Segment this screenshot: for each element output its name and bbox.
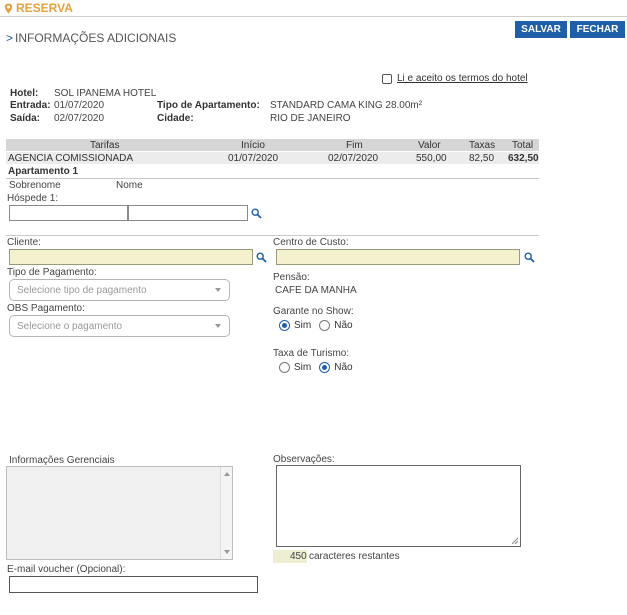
tipo-pagamento-select[interactable]: Selecione tipo de pagamento bbox=[9, 279, 230, 301]
page-title-text: RESERVA bbox=[16, 1, 73, 15]
cliente-label: Cliente: bbox=[7, 237, 41, 248]
search-icon[interactable] bbox=[251, 208, 262, 219]
hotel-value: SOL IPANEMA HOTEL bbox=[54, 88, 157, 99]
obs-pagamento-select[interactable]: Selecione o pagamento bbox=[9, 315, 230, 337]
entrada-value: 01/07/2020 bbox=[54, 100, 105, 111]
taxa-sim-label: Sim bbox=[294, 362, 312, 373]
email-voucher-label: E-mail voucher (Opcional): bbox=[7, 564, 126, 575]
char-counter-value: 450 bbox=[290, 551, 307, 562]
taxa-nao-radio[interactable] bbox=[319, 362, 331, 373]
close-button[interactable]: FECHAR bbox=[570, 21, 625, 38]
centro-custo-input[interactable] bbox=[276, 249, 520, 265]
terms-link[interactable]: Li e aceito os termos do hotel bbox=[397, 73, 528, 84]
cell-tarifa: AGENCIA COMISSIONADA bbox=[8, 153, 134, 164]
col-total: Total bbox=[512, 140, 534, 151]
page-title: RESERVA bbox=[4, 1, 73, 15]
hotel-label: Hotel: bbox=[10, 88, 39, 99]
location-pin-icon bbox=[4, 3, 13, 13]
garante-sim-radio[interactable] bbox=[279, 320, 290, 331]
terms-checkbox[interactable] bbox=[382, 73, 392, 84]
header-bar bbox=[0, 0, 627, 17]
char-counter-text: caracteres restantes bbox=[309, 551, 400, 562]
saida-value: 02/07/2020 bbox=[54, 113, 105, 124]
scroll-up-icon[interactable] bbox=[224, 472, 230, 476]
sobrenome-label: Sobrenome bbox=[9, 180, 61, 191]
tipo-pagamento-label: Tipo de Pagamento: bbox=[7, 267, 97, 278]
garante-options: Sim Não bbox=[279, 320, 353, 331]
chevron-down-icon bbox=[215, 324, 221, 328]
tipo-apartamento-value: STANDARD CAMA KING 28.00m² bbox=[270, 100, 423, 111]
tipo-apartamento-label: Tipo de Apartamento: bbox=[157, 100, 260, 111]
col-valor: Valor bbox=[418, 140, 441, 151]
gerenciais-label: Informações Gerenciais bbox=[9, 455, 115, 466]
observacoes-textarea[interactable] bbox=[276, 465, 521, 547]
obs-pagamento-label: OBS Pagamento: bbox=[7, 303, 85, 314]
section-title-text: INFORMAÇÕES ADICIONAIS bbox=[15, 31, 177, 45]
taxa-turismo-label: Taxa de Turismo: bbox=[273, 348, 350, 359]
taxa-turismo-options: Sim Não bbox=[279, 362, 353, 373]
col-tarifas: Tarifas bbox=[90, 140, 120, 151]
cell-taxas: 82,50 bbox=[469, 153, 495, 164]
cidade-value: RIO DE JANEIRO bbox=[270, 113, 351, 124]
cell-valor: 550,00 bbox=[416, 153, 447, 164]
taxa-sim-radio[interactable] bbox=[279, 362, 290, 373]
obs-pagamento-placeholder: Selecione o pagamento bbox=[17, 320, 123, 332]
saida-label: Saída: bbox=[10, 113, 41, 124]
hospede-label: Hóspede 1: bbox=[7, 193, 59, 204]
taxa-nao-label: Não bbox=[334, 362, 353, 373]
table-row: AGENCIA COMISSIONADA 01/07/2020 02/07/20… bbox=[6, 152, 539, 164]
cell-inicio: 01/07/2020 bbox=[228, 153, 279, 164]
col-inicio: Início bbox=[241, 140, 265, 151]
gerenciais-textarea[interactable] bbox=[6, 466, 233, 560]
cliente-input[interactable] bbox=[9, 249, 253, 265]
nome-label: Nome bbox=[116, 180, 143, 191]
cidade-label: Cidade: bbox=[157, 113, 194, 124]
cell-total: 632,50 bbox=[508, 153, 539, 164]
sobrenome-input[interactable] bbox=[9, 205, 128, 221]
centro-custo-label: Centro de Custo: bbox=[273, 237, 349, 248]
terms-row: Li e aceito os termos do hotel bbox=[382, 73, 528, 84]
nome-input[interactable] bbox=[128, 205, 248, 221]
tipo-pagamento-placeholder: Selecione tipo de pagamento bbox=[17, 284, 147, 296]
entrada-label: Entrada: bbox=[10, 100, 51, 111]
search-icon[interactable] bbox=[524, 252, 535, 263]
chevron-down-icon bbox=[215, 288, 221, 292]
pensao-label: Pensão: bbox=[273, 272, 310, 283]
observacoes-label: Observações: bbox=[273, 454, 335, 465]
apartment-title: Apartamento 1 bbox=[8, 166, 79, 177]
pensao-value: CAFE DA MANHA bbox=[275, 285, 357, 296]
email-voucher-input[interactable] bbox=[9, 576, 258, 593]
col-fim: Fim bbox=[346, 140, 363, 151]
col-taxas: Taxas bbox=[469, 140, 496, 151]
divider bbox=[6, 178, 539, 179]
section-title: > INFORMAÇÕES ADICIONAIS bbox=[6, 31, 176, 45]
section-arrow-icon: > bbox=[6, 31, 14, 45]
garante-nao-label: Não bbox=[334, 320, 353, 331]
garante-nao-radio[interactable] bbox=[319, 320, 331, 331]
garante-sim-label: Sim bbox=[294, 320, 312, 331]
cell-fim: 02/07/2020 bbox=[328, 153, 379, 164]
scrollbar[interactable] bbox=[220, 467, 232, 559]
divider bbox=[6, 235, 539, 236]
save-button[interactable]: SALVAR bbox=[515, 21, 567, 38]
garante-label: Garante no Show: bbox=[273, 306, 354, 317]
rates-table-header: Tarifas Início Fim Valor Taxas Total bbox=[6, 139, 539, 151]
search-icon[interactable] bbox=[256, 252, 267, 263]
resize-handle-icon[interactable] bbox=[510, 536, 518, 544]
scroll-down-icon[interactable] bbox=[224, 550, 230, 554]
